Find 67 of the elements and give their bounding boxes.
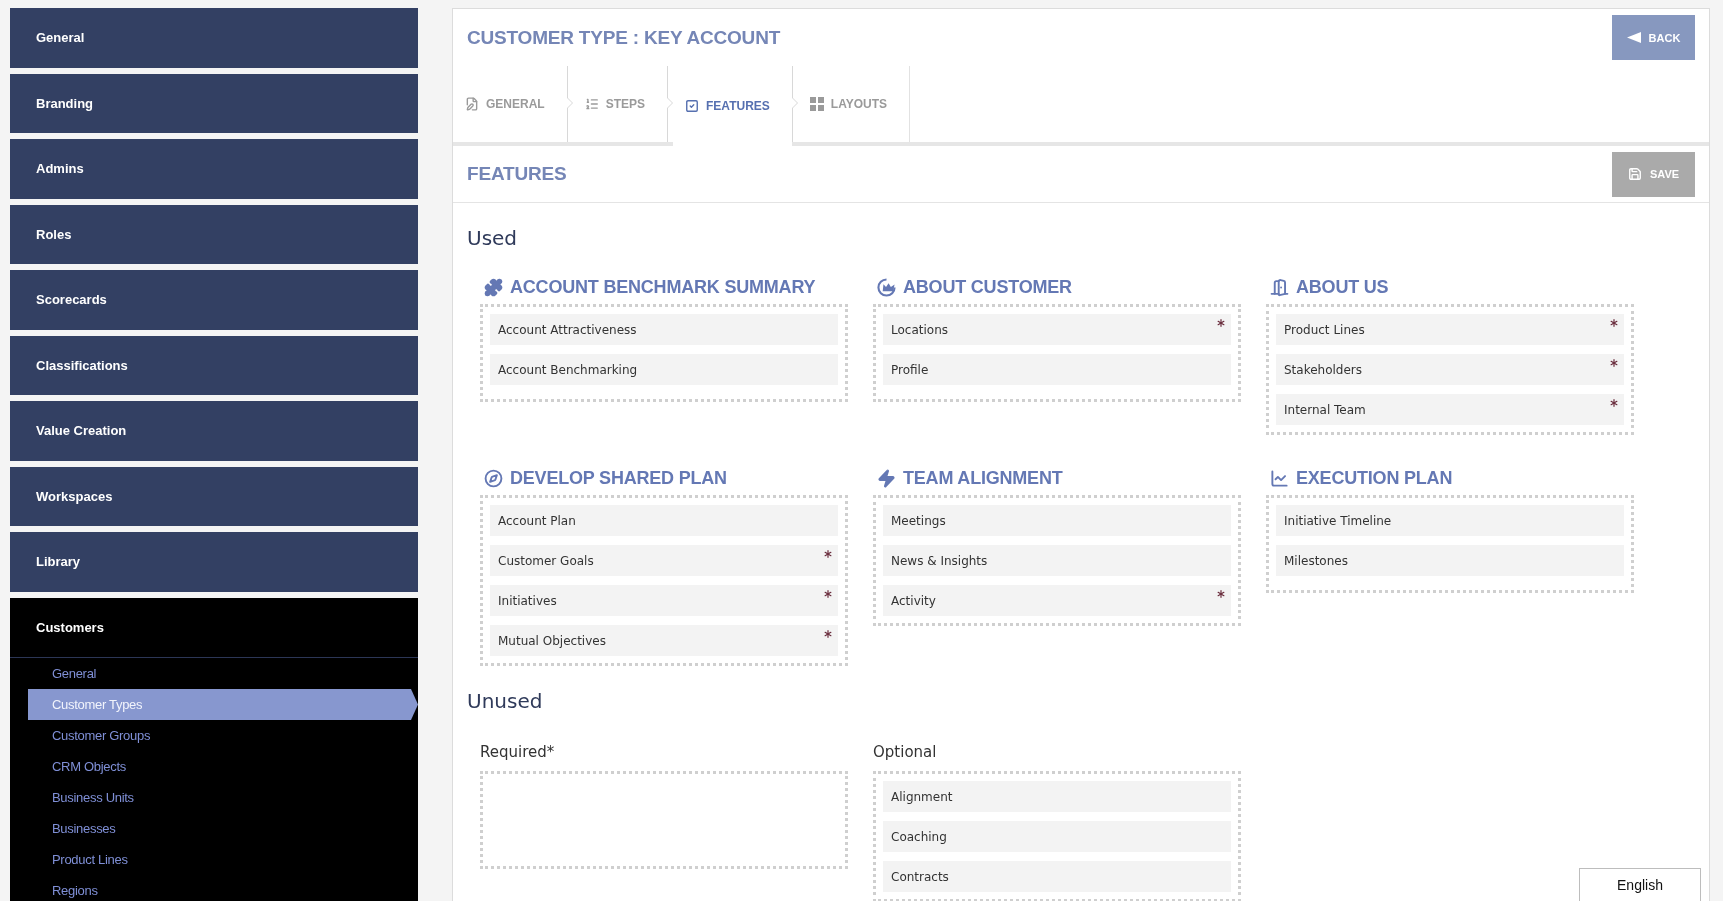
- sidebar-item[interactable]: Value Creation: [10, 401, 418, 461]
- submenu-item[interactable]: Product Lines: [28, 844, 418, 875]
- submenu-item[interactable]: General: [28, 658, 418, 689]
- submenu-item[interactable]: Regions: [28, 875, 418, 901]
- feature-item[interactable]: Customer Goals: [490, 545, 838, 576]
- sidebar-item[interactable]: Scorecards: [10, 270, 418, 330]
- sidebar-item[interactable]: Roles: [10, 204, 418, 264]
- feature-item[interactable]: Meetings: [883, 505, 1231, 536]
- feature-item[interactable]: Mutual Objectives: [490, 625, 838, 656]
- asterisk-icon: [824, 630, 832, 638]
- puzzle-icon: [484, 277, 503, 297]
- grid-icon: [809, 97, 824, 111]
- asterisk-icon: [1610, 319, 1618, 327]
- section-title: FEATURES: [467, 163, 567, 185]
- document-pencil-icon: [465, 97, 479, 111]
- submenu-item[interactable]: CRM Objects: [28, 751, 418, 782]
- column-label: Optional: [873, 742, 937, 762]
- feature-item[interactable]: Alignment: [883, 781, 1231, 812]
- asterisk-icon: [824, 590, 832, 598]
- feature-item[interactable]: Internal Team: [1276, 394, 1624, 425]
- feature-item[interactable]: Profile: [883, 354, 1231, 385]
- submenu-item[interactable]: Customer Groups: [28, 720, 418, 751]
- asterisk-icon: [1610, 399, 1618, 407]
- language-button[interactable]: English: [1579, 868, 1701, 901]
- feature-item[interactable]: Account Benchmarking: [490, 354, 838, 385]
- sidebar-item[interactable]: Library: [10, 532, 418, 592]
- submenu-item[interactable]: Business Units: [28, 782, 418, 813]
- sidebar-item[interactable]: Admins: [10, 139, 418, 199]
- group-title: TEAM ALIGNMENT: [903, 467, 1063, 489]
- sidebar-item[interactable]: Workspaces: [10, 466, 418, 526]
- crown-circle-icon: [877, 277, 896, 297]
- group-title: ACCOUNT BENCHMARK SUMMARY: [510, 276, 816, 298]
- feature-item[interactable]: Locations: [883, 314, 1231, 345]
- feature-item[interactable]: Account Plan: [490, 505, 838, 536]
- feature-item[interactable]: Product Lines: [1276, 314, 1624, 345]
- feature-item[interactable]: News & Insights: [883, 545, 1231, 576]
- feature-item[interactable]: Contracts: [883, 861, 1231, 892]
- group-title: DEVELOP SHARED PLAN: [510, 467, 727, 489]
- sidebar-item[interactable]: General: [10, 8, 418, 68]
- feature-item[interactable]: Initiatives: [490, 585, 838, 616]
- door-icon: [1270, 277, 1289, 297]
- feature-item[interactable]: Milestones: [1276, 545, 1624, 576]
- group-title: EXECUTION PLAN: [1296, 467, 1453, 489]
- section-heading: Used: [467, 225, 518, 251]
- column-label: Required*: [480, 742, 555, 762]
- section-heading: Unused: [467, 688, 543, 714]
- sidebar-item[interactable]: Classifications: [10, 335, 418, 395]
- left-triangle-icon: [1626, 32, 1641, 43]
- feature-item[interactable]: Initiative Timeline: [1276, 505, 1624, 536]
- checkbox-icon: [685, 99, 700, 113]
- compass-icon: [484, 468, 503, 488]
- feature-item[interactable]: Coaching: [883, 821, 1231, 852]
- group-title: ABOUT CUSTOMER: [903, 276, 1072, 298]
- line-chart-icon: [1270, 468, 1289, 488]
- asterisk-icon: [1610, 359, 1618, 367]
- page-title: CUSTOMER TYPE : KEY ACCOUNT: [467, 26, 781, 49]
- asterisk-icon: [1217, 319, 1225, 327]
- sidebar-item[interactable]: Branding: [10, 73, 418, 133]
- feature-item[interactable]: Stakeholders: [1276, 354, 1624, 385]
- asterisk-icon: [824, 550, 832, 558]
- group-title: ABOUT US: [1296, 276, 1389, 298]
- numbered-list-icon: [584, 97, 599, 111]
- feature-item[interactable]: Account Attractiveness: [490, 314, 838, 345]
- asterisk-icon: [1217, 590, 1225, 598]
- lightning-icon: [877, 468, 896, 488]
- submenu-item[interactable]: Businesses: [28, 813, 418, 844]
- feature-item[interactable]: Activity: [883, 585, 1231, 616]
